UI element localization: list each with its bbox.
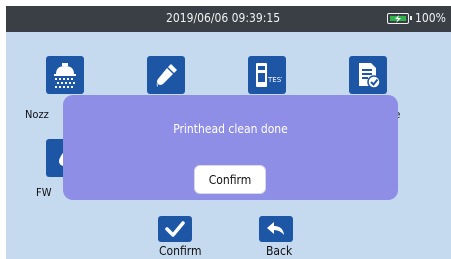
confirm-button[interactable]: [158, 216, 192, 242]
battery-level-fill: [390, 15, 406, 23]
document-check-icon: [359, 63, 381, 89]
battery-icon: [387, 13, 412, 24]
confirm-button-label[interactable]: Confirm: [159, 244, 202, 258]
battery-percent: 100%: [415, 11, 446, 25]
device-screen: 2019/06/06 09:39:15 100% Nozz TES FW Pri…: [6, 6, 451, 259]
menu-item-nozzle[interactable]: [46, 56, 84, 94]
datetime: 2019/06/06 09:39:15: [166, 11, 281, 25]
back-button-label[interactable]: Back: [266, 244, 292, 258]
shower-nozzle-icon: [54, 63, 76, 88]
dialog-confirm-button[interactable]: Confirm: [194, 165, 266, 194]
back-button[interactable]: [259, 216, 293, 242]
test-print-icon: TEST: [256, 63, 282, 87]
status-bar: 2019/06/06 09:39:15 100%: [6, 6, 451, 32]
svg-text:TEST: TEST: [267, 76, 282, 84]
menu-item-firmware-label: FW: [36, 186, 52, 199]
menu-item-ink[interactable]: [147, 56, 185, 94]
menu-item-nozzle-label: Nozz: [25, 108, 49, 121]
charging-bolt-icon: [395, 15, 401, 23]
clean-done-dialog: Printhead clean done Confirm: [63, 95, 398, 200]
dialog-message: Printhead clean done: [173, 122, 288, 136]
menu-item-test[interactable]: TEST: [248, 56, 286, 94]
ink-dropper-icon: [156, 64, 177, 87]
checkmark-icon: [165, 221, 185, 237]
menu-item-report[interactable]: [349, 56, 387, 94]
back-arrow-icon: [267, 222, 284, 235]
